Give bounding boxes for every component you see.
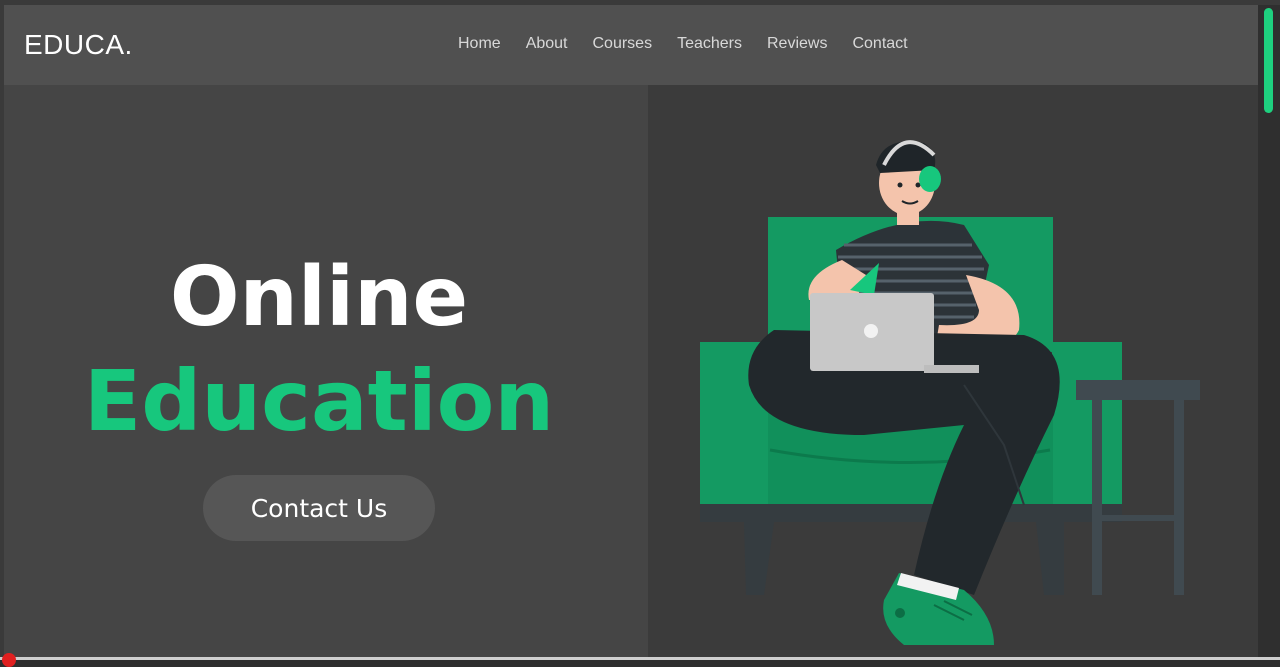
browser-frame: EDUCA. Home About Courses Teachers Revie… bbox=[0, 0, 1280, 660]
side-table-top bbox=[1076, 380, 1200, 400]
headphones-icon bbox=[919, 166, 941, 192]
sofa-right-arm bbox=[1052, 342, 1122, 504]
student-laptop-illustration bbox=[700, 140, 1200, 645]
scrollbar-thumb[interactable] bbox=[1264, 8, 1273, 113]
web-page: EDUCA. Home About Courses Teachers Revie… bbox=[4, 5, 1258, 660]
sofa-base bbox=[700, 504, 1122, 522]
progress-handle[interactable] bbox=[2, 653, 16, 667]
laptop-logo-icon bbox=[864, 324, 878, 338]
